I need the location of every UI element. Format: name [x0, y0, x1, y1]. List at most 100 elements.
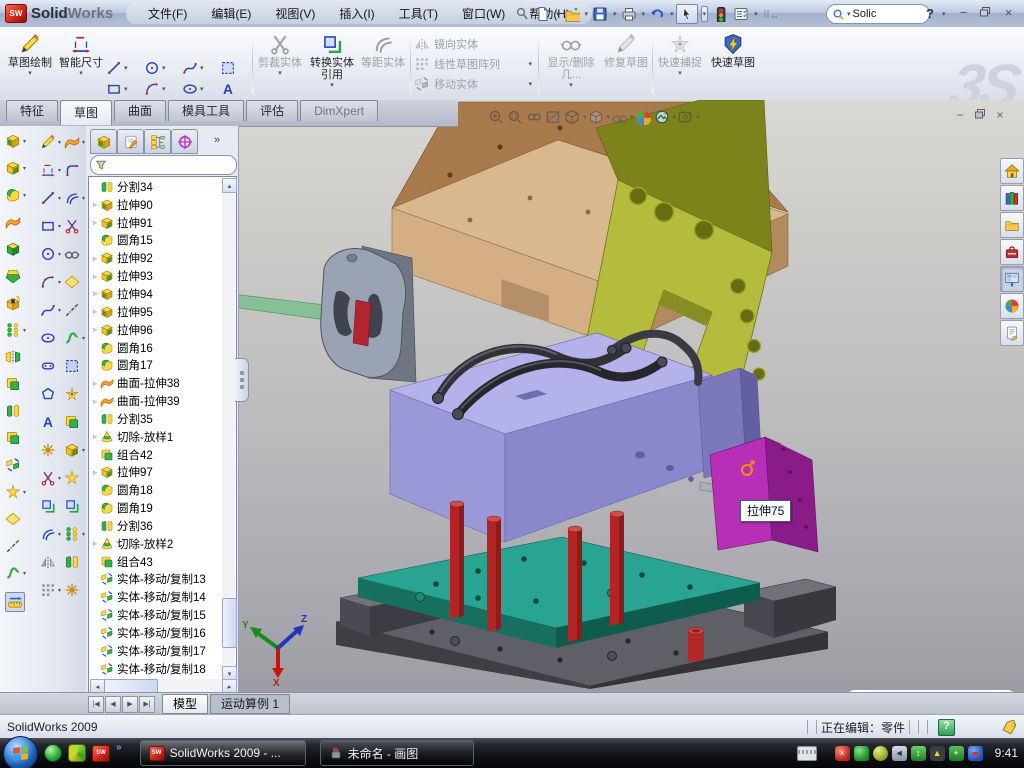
command-tab[interactable]: 草图: [60, 100, 112, 125]
tree-item[interactable]: ▹ 拉伸95: [90, 303, 222, 321]
menu-item[interactable]: 窗口(W): [450, 3, 517, 24]
smart-dimension-button[interactable]: 智能尺寸▾: [58, 30, 104, 99]
toolbox-icon[interactable]: [1000, 239, 1024, 265]
tree-item[interactable]: ▹ 拉伸90: [90, 196, 222, 214]
combine-toolbar-icon[interactable]: [64, 414, 80, 430]
menu-item[interactable]: 工具(T): [387, 3, 450, 24]
tree-item[interactable]: 组合42: [90, 446, 222, 464]
tree-item[interactable]: ▹ 拉伸96: [90, 321, 222, 339]
open-file-icon[interactable]: [562, 5, 582, 23]
tree-item[interactable]: 组合43: [90, 553, 222, 571]
mirror-entities-button[interactable]: 镜向实体: [414, 34, 534, 54]
mirror2-toolbar-icon[interactable]: [5, 349, 21, 365]
tree-item[interactable]: ▹ 拉伸94: [90, 285, 222, 303]
arc-toolbar-icon[interactable]: ▾: [40, 274, 63, 290]
expand-arrow-icon[interactable]: ▹: [90, 218, 100, 227]
doc-minimize-button[interactable]: −: [950, 108, 970, 122]
mirrorsk-toolbar-icon[interactable]: [40, 554, 56, 570]
menu-item[interactable]: 插入(I): [327, 3, 386, 24]
tray-badge-icon[interactable]: [873, 746, 888, 761]
quick-launch-overflow-chevron[interactable]: »: [116, 742, 122, 753]
view-settings-icon[interactable]: [677, 109, 694, 125]
scroll-up-button[interactable]: ▴: [222, 178, 237, 193]
solidworks-resources-icon[interactable]: [1000, 158, 1024, 184]
offset-toolbar-icon[interactable]: ▾: [40, 526, 63, 542]
view-orientation-icon[interactable]: [564, 109, 581, 125]
tree-vertical-scrollbar[interactable]: ▴ ▾: [222, 178, 235, 679]
tree-item[interactable]: 分割34: [90, 178, 222, 196]
trim-toolbar-icon[interactable]: ▾: [40, 470, 63, 486]
boss-toolbar-icon[interactable]: ▾: [64, 442, 87, 458]
refgeo-toolbar-icon[interactable]: [64, 470, 80, 486]
convert-entities-button[interactable]: 转换实体引用▾: [306, 30, 358, 99]
selection-box-tool[interactable]: [220, 60, 236, 76]
expand-arrow-icon[interactable]: ▹: [90, 307, 100, 316]
tree-item[interactable]: 圆角17: [90, 356, 222, 374]
next-sheet-button[interactable]: ▶: [122, 696, 138, 713]
dimxpert-manager-tab[interactable]: [171, 129, 198, 154]
curve-toolbar-icon[interactable]: ▾: [64, 330, 87, 346]
model-tab[interactable]: 模型: [162, 694, 208, 714]
linear-sketch-pattern-button[interactable]: 线性草图阵列▾: [414, 54, 534, 74]
glasses-toolbar-icon[interactable]: [64, 246, 80, 262]
close-button[interactable]: ×: [999, 5, 1018, 20]
expand-arrow-icon[interactable]: ▹: [90, 200, 100, 209]
expand-arrow-icon[interactable]: ▹: [90, 468, 100, 477]
pencil-toolbar-icon[interactable]: ▾: [40, 134, 63, 150]
surface-toolbar-icon[interactable]: ▾: [64, 134, 87, 150]
restore-button[interactable]: [976, 5, 995, 20]
configuration-manager-tab[interactable]: [144, 129, 171, 154]
expand-arrow-icon[interactable]: ▹: [90, 272, 100, 281]
help-dropdown[interactable]: ▾: [942, 10, 946, 18]
move-entities-button[interactable]: 移动实体▾: [414, 74, 534, 94]
command-tab[interactable]: 模具工具: [168, 100, 244, 121]
expand-arrow-icon[interactable]: ▹: [90, 397, 100, 406]
edit-appearance-icon[interactable]: [635, 109, 652, 125]
quick-tip-help-icon[interactable]: ?: [938, 719, 955, 736]
undo-dropdown[interactable]: ▾: [670, 10, 674, 18]
tree-item[interactable]: 分割35: [90, 410, 222, 428]
pin-icon[interactable]: [512, 5, 532, 23]
convert-toolbar-icon[interactable]: [40, 498, 56, 514]
overflow-icon[interactable]: [760, 5, 780, 23]
arc-tool[interactable]: ▾: [144, 81, 168, 97]
taskbar-button-solidworks[interactable]: SW SolidWorks 2009 - ...: [140, 740, 306, 766]
tree-item[interactable]: ▹ 拉伸97: [90, 464, 222, 482]
previous-view-icon[interactable]: [526, 109, 543, 125]
new-file-icon[interactable]: [533, 5, 553, 23]
menu-item[interactable]: 视图(V): [263, 3, 327, 24]
tree-item[interactable]: 圆角18: [90, 481, 222, 499]
save-icon[interactable]: [590, 5, 610, 23]
sfillet-toolbar-icon[interactable]: [64, 162, 80, 178]
options-icon[interactable]: [731, 5, 751, 23]
instant3d-toolbar-icon[interactable]: [5, 592, 25, 612]
quick-launch-messenger-icon[interactable]: [44, 744, 62, 762]
help-button[interactable]: ?: [926, 6, 934, 21]
doc-close-button[interactable]: ×: [990, 108, 1010, 122]
rebuild-traffic-light-icon[interactable]: [710, 5, 730, 23]
patternsk-toolbar-icon[interactable]: ▾: [40, 582, 63, 598]
menu-item[interactable]: 文件(F): [136, 3, 199, 24]
options-dropdown[interactable]: ▾: [754, 10, 758, 18]
text-toolbar-icon[interactable]: [40, 414, 56, 430]
print-dropdown[interactable]: ▾: [642, 10, 646, 18]
expand-arrow-icon[interactable]: ▹: [90, 325, 100, 334]
model-sprue-clamp[interactable]: [230, 246, 416, 382]
dim-toolbar-icon[interactable]: ▾: [40, 162, 63, 178]
clock[interactable]: 9:41: [995, 746, 1018, 760]
command-tab[interactable]: 评估: [246, 100, 298, 121]
command-tab[interactable]: DimXpert: [300, 100, 378, 121]
expand-arrow-icon[interactable]: ▹: [90, 539, 100, 548]
snap-toolbar-icon[interactable]: [64, 386, 80, 402]
trim-entities-button[interactable]: 剪裁实体▾: [256, 30, 304, 99]
save-dropdown[interactable]: ▾: [613, 10, 617, 18]
slot-toolbar-icon[interactable]: [40, 358, 56, 374]
search-box[interactable]: ▾ Solic: [826, 4, 930, 24]
panel-splitter-handle[interactable]: [235, 358, 249, 402]
extrude-toolbar-icon[interactable]: ▾: [5, 133, 28, 149]
point-toolbar-icon[interactable]: [64, 582, 80, 598]
circle-tool[interactable]: ▾: [144, 60, 168, 76]
select-dropdown[interactable]: ▾: [701, 6, 709, 22]
model-magenta-block[interactable]: [710, 437, 818, 552]
file-explorer-icon[interactable]: [1000, 212, 1024, 238]
